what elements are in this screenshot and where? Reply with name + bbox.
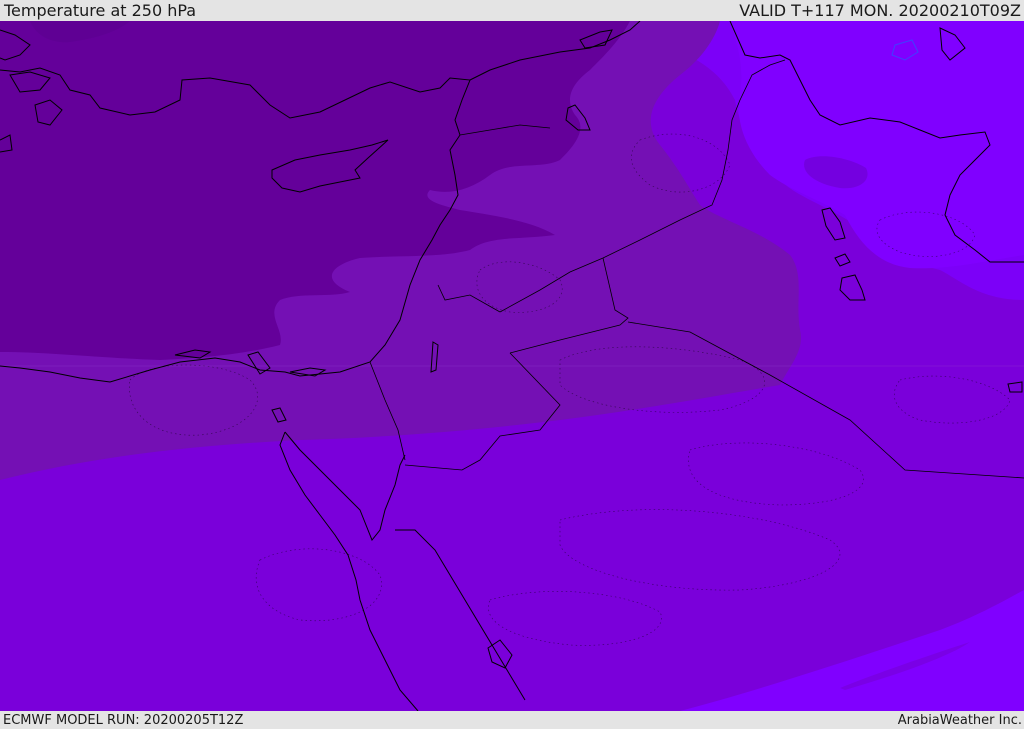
map-title: Temperature at 250 hPa	[4, 1, 197, 20]
header-bar: Temperature at 250 hPa VALID T+117 MON. …	[0, 0, 1024, 21]
map-area[interactable]	[0, 21, 1024, 711]
temperature-map	[0, 21, 1024, 711]
credit: ArabiaWeather Inc.	[897, 712, 1022, 728]
footer-bar: ECMWF MODEL RUN: 20200205T12Z ArabiaWeat…	[0, 711, 1024, 729]
valid-time: VALID T+117 MON. 20200210T09Z	[739, 1, 1021, 20]
model-run: ECMWF MODEL RUN: 20200205T12Z	[3, 712, 244, 728]
